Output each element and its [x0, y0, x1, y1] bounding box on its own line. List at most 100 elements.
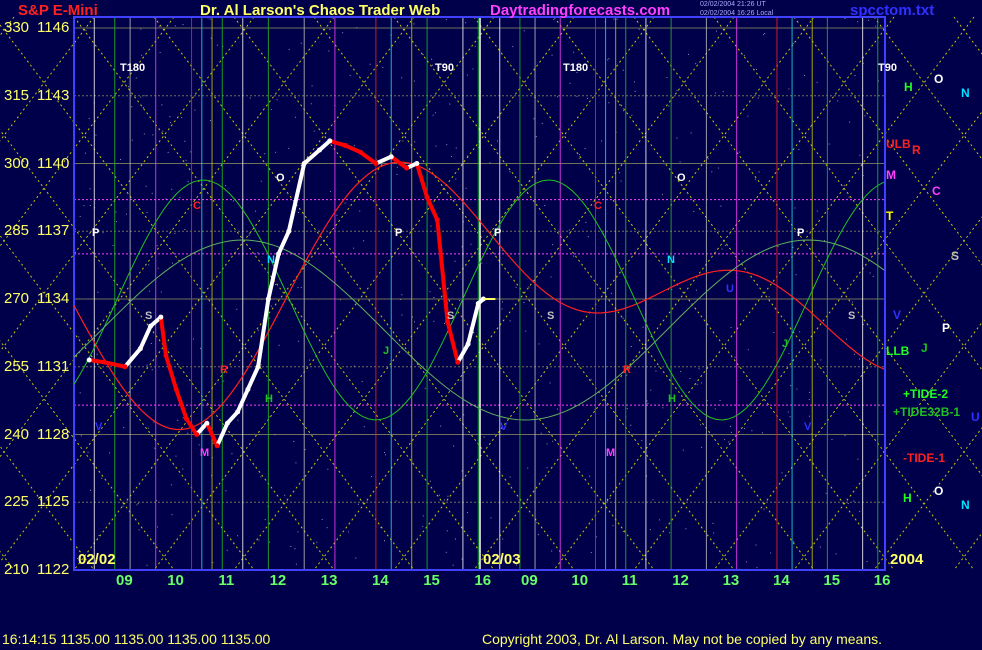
forecast-label: H — [265, 393, 273, 405]
background-dot — [435, 145, 437, 147]
background-dot — [147, 427, 149, 429]
background-dot — [357, 503, 359, 505]
background-dot — [194, 109, 196, 111]
background-dot — [724, 244, 726, 246]
background-dot — [572, 255, 574, 257]
date-label-day2: 02/03 — [483, 551, 521, 568]
background-dot — [546, 443, 548, 445]
background-dot — [715, 92, 717, 94]
background-dot — [97, 291, 99, 293]
background-dot — [328, 50, 330, 52]
x-tick-label: 15 — [423, 572, 440, 589]
legend-item: H — [904, 80, 913, 94]
background-dot — [552, 244, 554, 246]
background-dot — [867, 19, 869, 21]
background-dot — [327, 468, 329, 470]
background-dot — [557, 96, 559, 98]
background-dot — [216, 44, 218, 46]
background-dot — [509, 476, 511, 478]
background-dot — [773, 331, 775, 333]
forecast-label: S — [447, 310, 455, 322]
background-dot — [120, 158, 122, 160]
background-dot — [262, 426, 264, 428]
background-dot — [556, 408, 558, 410]
background-dot — [533, 118, 535, 120]
y-tick-price: 1128 — [37, 425, 70, 443]
background-dot — [546, 467, 548, 469]
price-point — [122, 364, 128, 370]
background-dot — [754, 178, 756, 180]
background-dot — [171, 262, 173, 264]
forecast-label: C — [193, 200, 201, 212]
background-dot — [371, 476, 373, 478]
background-dot — [758, 171, 760, 173]
background-dot — [85, 29, 87, 31]
background-dot — [294, 548, 296, 550]
background-dot — [84, 152, 86, 154]
legend-item: R — [912, 143, 921, 157]
background-dot — [618, 172, 620, 174]
y-tick-tide: 240 — [4, 425, 30, 443]
background-dot — [481, 262, 483, 264]
background-dot — [210, 119, 212, 121]
x-tick-label: 13 — [320, 572, 338, 589]
background-dot — [167, 151, 169, 153]
forecast-label: H — [668, 393, 676, 405]
background-dot — [622, 110, 624, 112]
background-dot — [470, 243, 472, 245]
background-dot — [434, 112, 436, 114]
background-dot — [695, 63, 697, 65]
background-dot — [734, 356, 736, 358]
background-dot — [866, 560, 868, 562]
background-dot — [799, 331, 801, 333]
y-tick-tide: 285 — [4, 222, 30, 240]
background-dot — [612, 525, 614, 527]
forecast-label: U — [726, 283, 734, 295]
background-dot — [304, 449, 306, 451]
background-dot — [101, 477, 103, 479]
background-dot — [156, 526, 158, 528]
background-dot — [298, 340, 300, 342]
background-dot — [429, 291, 431, 293]
background-dot — [446, 144, 448, 146]
background-dot — [831, 439, 833, 441]
background-dot — [698, 368, 700, 370]
background-dot — [712, 522, 714, 524]
background-dot — [144, 95, 146, 97]
background-dot — [585, 221, 587, 223]
background-dot — [157, 267, 159, 269]
forecast-label: N — [667, 254, 675, 266]
background-dot — [820, 359, 822, 361]
background-dot — [549, 382, 551, 384]
background-dot — [257, 252, 259, 254]
background-dot — [854, 74, 856, 76]
background-dot — [618, 104, 620, 106]
background-dot — [682, 449, 684, 451]
legend-item: LLB — [886, 344, 910, 358]
price-bar — [138, 325, 153, 350]
background-dot — [853, 353, 855, 355]
chart-title: Dr. Al Larson's Chaos Trader Web — [200, 2, 441, 19]
background-dot — [459, 300, 461, 302]
site-link[interactable]: Daytradingforecasts.com — [490, 2, 670, 19]
x-tick-label: 14 — [372, 572, 389, 589]
forecast-label: R — [220, 364, 228, 376]
price-point — [102, 359, 108, 365]
y-tick-label: 315 1143 — [4, 87, 69, 104]
background-dot — [746, 561, 748, 563]
background-dot — [872, 275, 874, 277]
legend-item: +TIDE32B-1 — [893, 405, 961, 419]
background-dot — [413, 23, 415, 25]
background-dot — [669, 532, 671, 534]
forecast-label: V — [804, 421, 812, 433]
copyright: Copyright 2003, Dr. Al Larson. May not b… — [482, 631, 883, 647]
background-dot — [198, 444, 200, 446]
background-dot — [719, 399, 721, 401]
price-point — [173, 386, 179, 392]
background-dot — [239, 359, 241, 361]
background-dot — [140, 96, 142, 98]
background-dot — [184, 140, 186, 142]
background-dot — [174, 232, 176, 234]
forecast-label: R — [623, 364, 631, 376]
background-dot — [384, 540, 386, 542]
